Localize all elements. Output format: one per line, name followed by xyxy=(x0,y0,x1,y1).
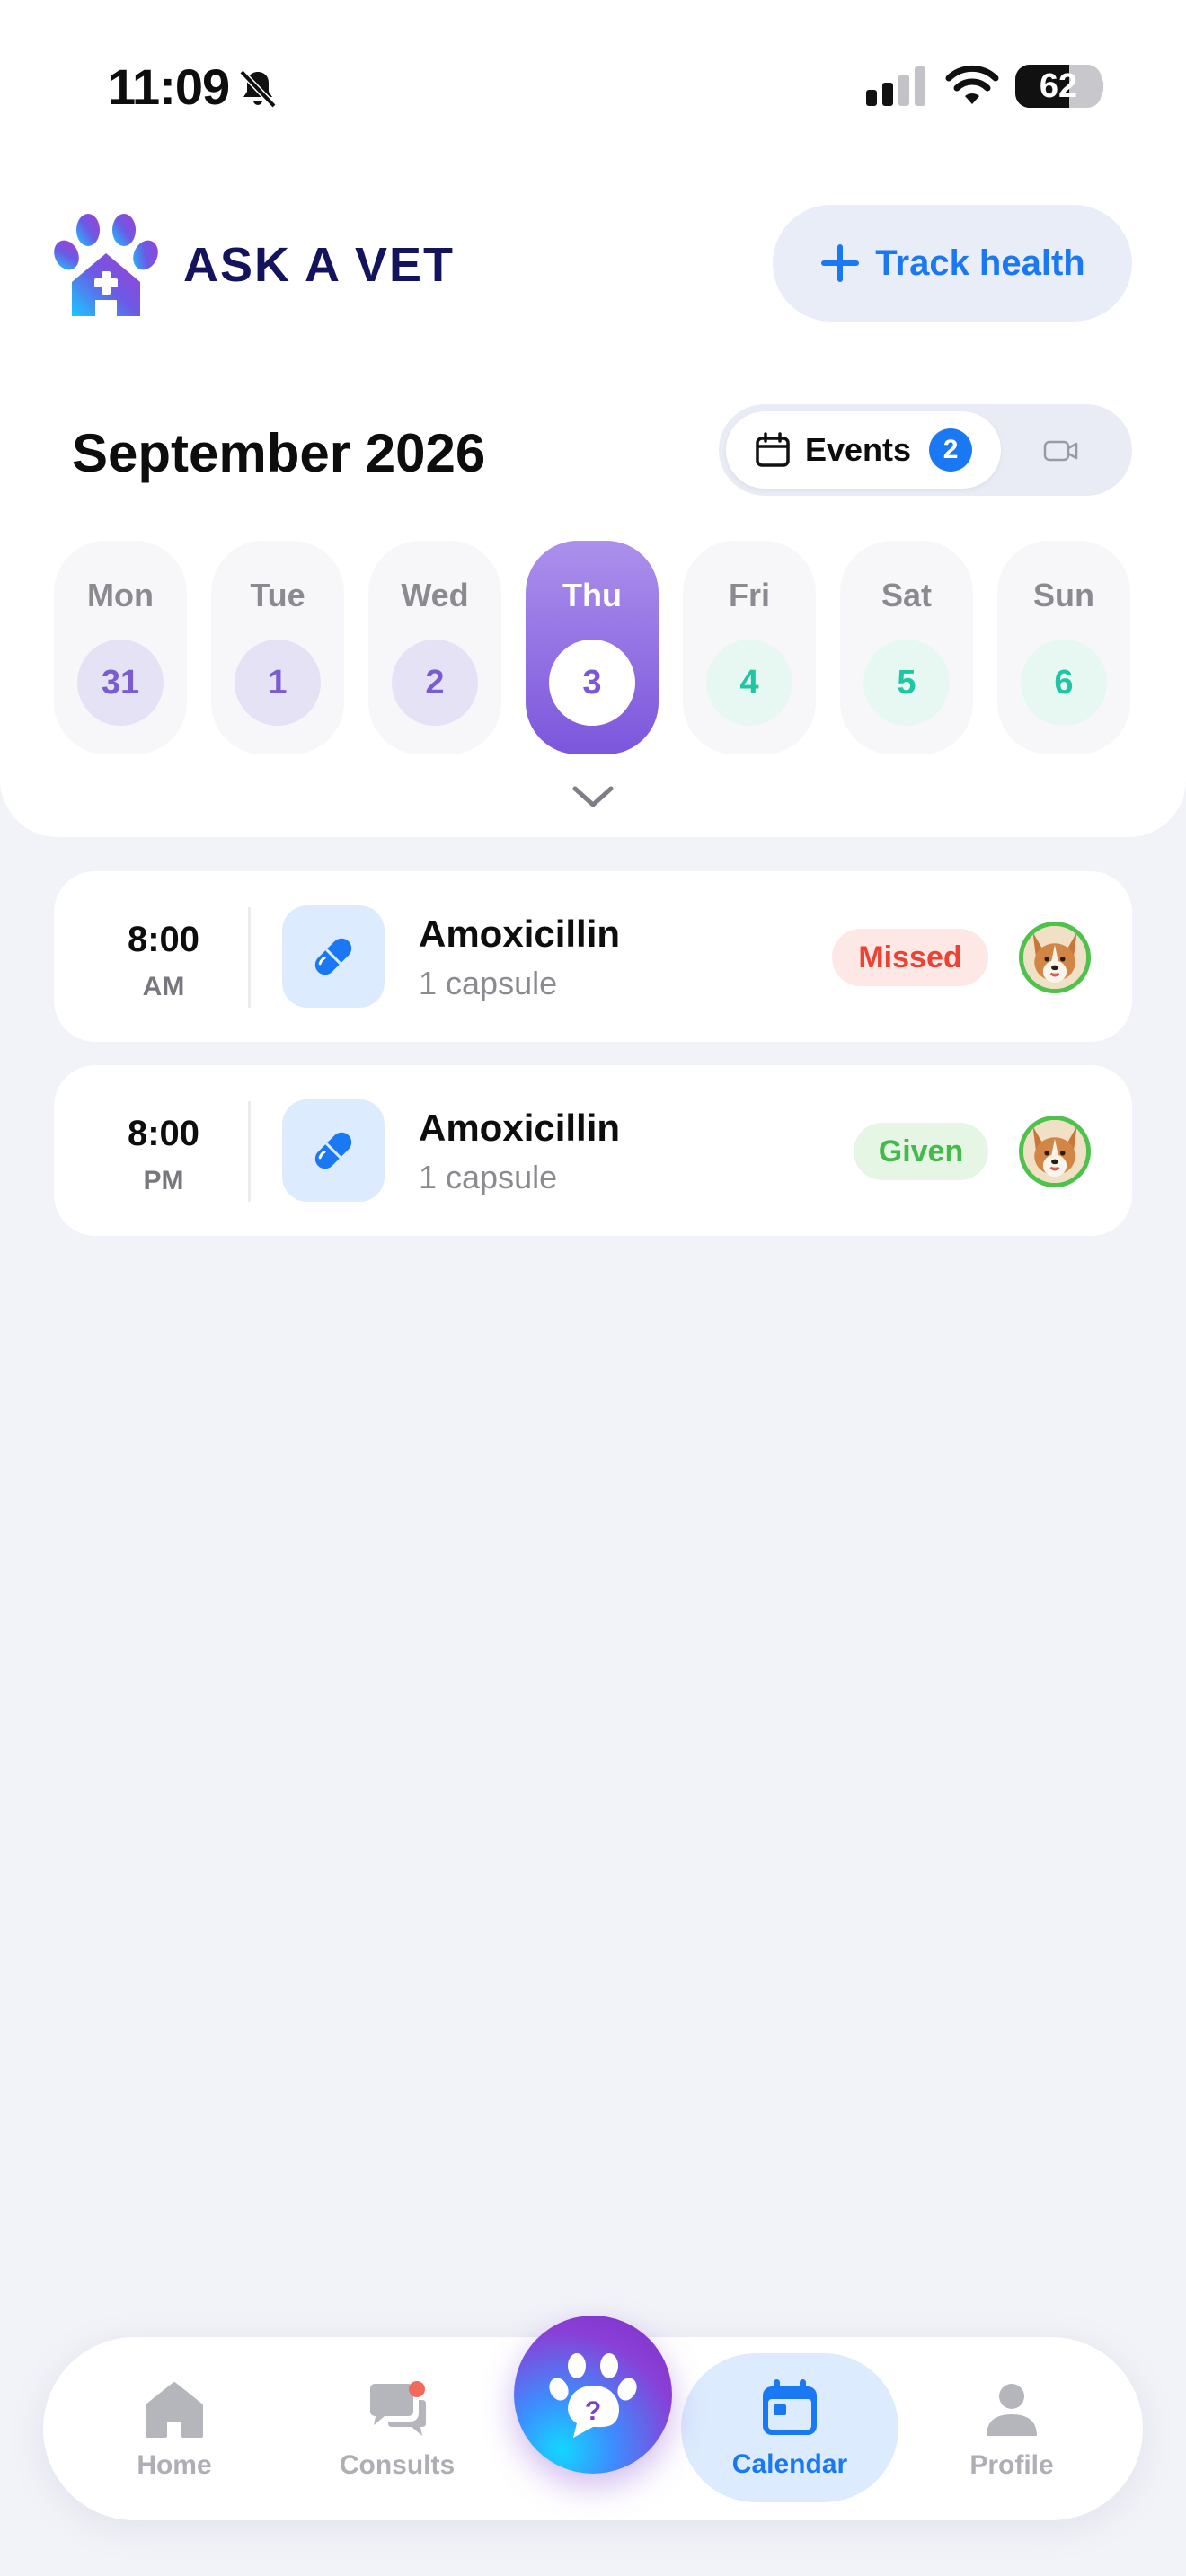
day-number: 3 xyxy=(549,640,635,726)
status-badge: Given xyxy=(854,1123,988,1180)
status-time: 11:09 xyxy=(108,58,230,115)
plus-icon xyxy=(821,244,860,282)
paw-house-logo-icon xyxy=(54,214,158,316)
event-period: PM xyxy=(143,1166,184,1195)
track-health-label: Track health xyxy=(875,243,1085,283)
day-number: 5 xyxy=(863,640,950,726)
medication-name: Amoxicillin xyxy=(419,913,621,955)
day-name: Thu xyxy=(562,577,622,613)
tab-events[interactable]: Events 2 xyxy=(726,411,1001,489)
day-wed[interactable]: Wed 2 xyxy=(368,541,501,754)
nav-consults[interactable]: Consults xyxy=(316,2337,478,2520)
day-name: Fri xyxy=(728,577,770,613)
app-name: ASK A VET xyxy=(183,238,456,292)
event-card[interactable]: 8:00 AM Amoxicillin 1 capsule Missed xyxy=(54,871,1132,1042)
battery-cap xyxy=(1098,79,1103,93)
day-name: Wed xyxy=(401,577,469,613)
day-name: Tue xyxy=(250,577,305,613)
day-name: Sun xyxy=(1033,577,1094,613)
dog-face-icon xyxy=(1023,1120,1086,1183)
event-time: 8:00 xyxy=(127,1114,200,1153)
day-mon[interactable]: Mon 31 xyxy=(54,541,187,754)
wifi-icon xyxy=(945,65,999,104)
nav-profile[interactable]: Profile xyxy=(931,2337,1093,2520)
pill-icon xyxy=(314,938,352,975)
day-tue[interactable]: Tue 1 xyxy=(211,541,344,754)
divider xyxy=(248,907,251,1008)
view-toggle: Events 2 xyxy=(719,404,1132,496)
day-fri[interactable]: Fri 4 xyxy=(683,541,816,754)
pet-avatar[interactable] xyxy=(1019,922,1091,993)
signal-icon xyxy=(866,66,925,106)
chat-icon xyxy=(370,2381,426,2436)
home-icon xyxy=(146,2382,203,2438)
day-number: 1 xyxy=(235,640,321,726)
event-time: 8:00 xyxy=(127,920,200,959)
day-name: Sat xyxy=(881,577,933,613)
day-sun[interactable]: Sun 6 xyxy=(997,541,1130,754)
events-tab-label: Events xyxy=(805,431,912,468)
calendar-icon xyxy=(756,432,790,467)
nav-calendar[interactable]: Calendar xyxy=(681,2353,898,2502)
status-badge: Missed xyxy=(832,929,988,986)
event-card[interactable]: 8:00 PM Amoxicillin 1 capsule Given xyxy=(54,1065,1132,1236)
nav-label: Consults xyxy=(339,2450,456,2480)
pet-avatar[interactable] xyxy=(1019,1116,1091,1187)
medication-dose: 1 capsule xyxy=(419,965,558,1001)
person-icon xyxy=(987,2384,1037,2436)
nav-label: Profile xyxy=(969,2450,1054,2480)
medication-dose: 1 capsule xyxy=(419,1159,558,1195)
event-period: AM xyxy=(142,972,185,1001)
paw-question-icon: ? xyxy=(549,2353,637,2438)
day-number: 4 xyxy=(706,640,792,726)
nav-label: Calendar xyxy=(731,2449,848,2479)
day-number: 2 xyxy=(392,640,478,726)
day-sat[interactable]: Sat 5 xyxy=(840,541,973,754)
video-camera-icon xyxy=(1043,440,1078,462)
chevron-down-icon[interactable] xyxy=(571,783,615,810)
nav-label: Home xyxy=(137,2450,212,2480)
calendar-icon xyxy=(763,2379,817,2435)
pill-icon xyxy=(314,1132,352,1169)
day-number: 31 xyxy=(77,640,164,726)
day-number: 6 xyxy=(1021,640,1107,726)
battery-indicator: 62 xyxy=(1015,65,1102,108)
medication-name: Amoxicillin xyxy=(419,1107,621,1149)
bell-muted-icon xyxy=(239,69,277,109)
track-health-button[interactable]: Track health xyxy=(773,205,1132,322)
tab-video[interactable] xyxy=(1030,431,1093,471)
events-count-badge: 2 xyxy=(929,428,973,472)
medication-icon-box xyxy=(282,1099,385,1202)
nav-home[interactable]: Home xyxy=(93,2337,255,2520)
dog-face-icon xyxy=(1023,926,1086,989)
ask-vet-fab-button[interactable]: ? xyxy=(514,2316,672,2474)
month-title: September 2026 xyxy=(72,423,486,483)
battery-level: 62 xyxy=(1039,67,1078,105)
day-thu-selected[interactable]: Thu 3 xyxy=(526,541,659,754)
medication-icon-box xyxy=(282,905,385,1008)
svg-text:?: ? xyxy=(585,2396,601,2426)
day-name: Mon xyxy=(87,577,154,613)
divider xyxy=(248,1101,251,1202)
